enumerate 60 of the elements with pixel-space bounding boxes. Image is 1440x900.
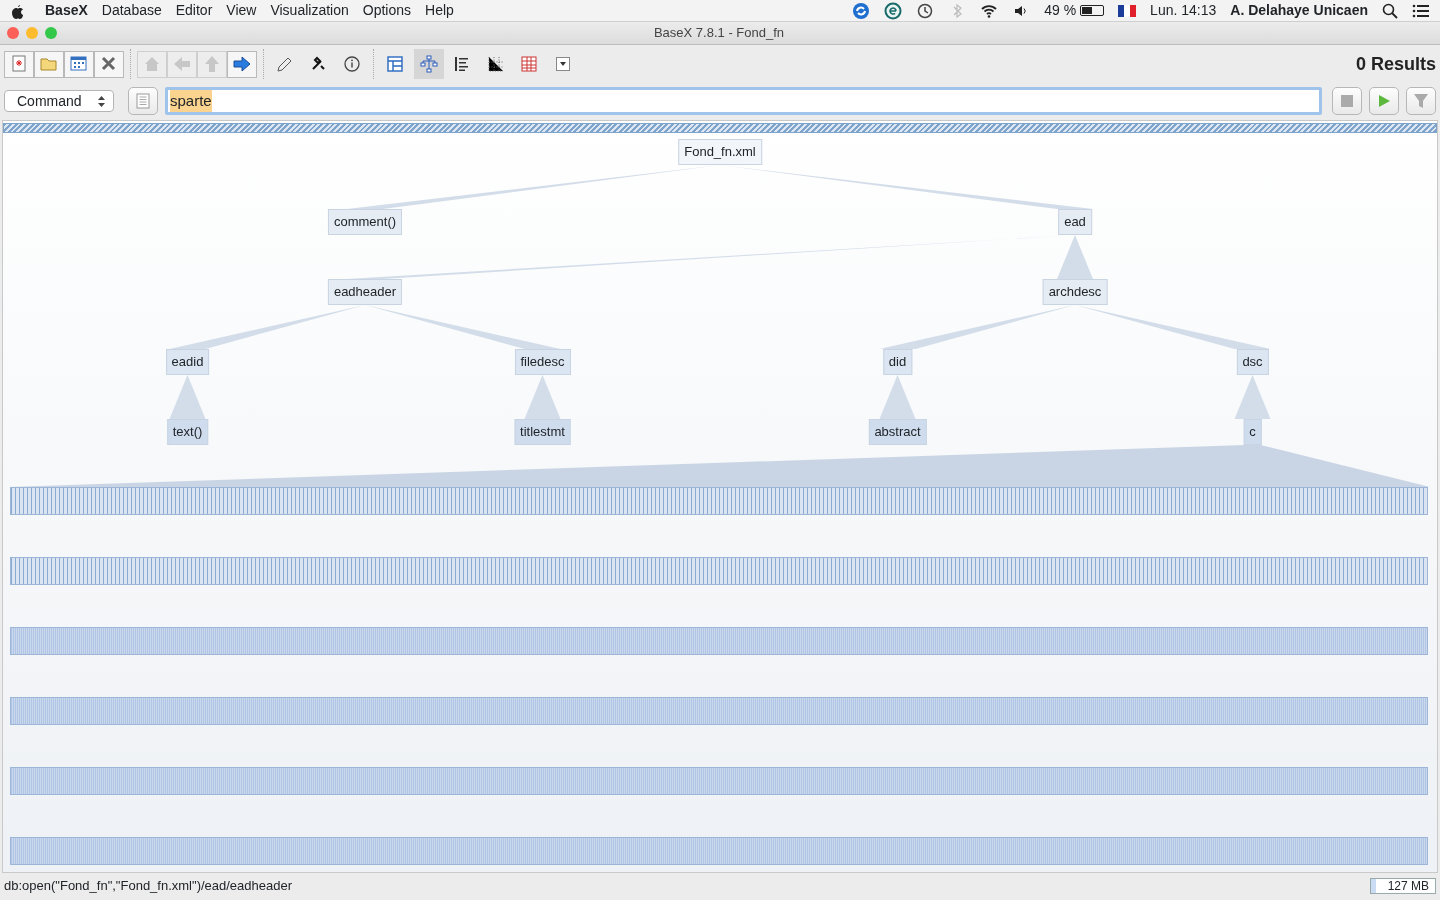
menu-item[interactable]: Database: [101, 0, 162, 21]
close-window-button[interactable]: [7, 27, 19, 39]
search-icon[interactable]: [1382, 2, 1398, 19]
map-view-icon: [385, 54, 405, 74]
tree-node[interactable]: abstract: [868, 419, 927, 445]
document-icon: [136, 93, 150, 109]
nav-button[interactable]: [227, 50, 257, 78]
menu-clock[interactable]: Lun. 14:13: [1150, 0, 1217, 21]
play-icon: [1377, 94, 1391, 108]
flag-icon[interactable]: [1118, 4, 1137, 17]
dropdown-icon: [555, 57, 570, 71]
menu-item[interactable]: BaseX: [45, 0, 88, 21]
menu-item[interactable]: Visualization: [270, 0, 349, 21]
up-arrow-icon: [202, 54, 222, 74]
circle-e-icon[interactable]: [884, 1, 903, 20]
connector-drawing: [524, 375, 561, 419]
tree-node[interactable]: dsc: [1236, 349, 1269, 375]
left-arrow-icon: [172, 54, 192, 74]
new-file-icon: [9, 54, 29, 74]
results-count: 0 Results: [1355, 52, 1436, 76]
menu-item[interactable]: Editor: [175, 0, 213, 21]
hatched-scroll-bar[interactable]: [3, 123, 1437, 133]
filter-icon: [1413, 93, 1429, 109]
battery-icon[interactable]: [1080, 5, 1105, 16]
connector-drawing: [1234, 375, 1271, 419]
tree-node[interactable]: archdesc: [1042, 279, 1108, 305]
tree-node[interactable]: did: [882, 349, 913, 375]
user-name[interactable]: A. Delahaye Unicaen: [1230, 0, 1368, 21]
window-title: BaseX 7.8.1 - Fond_fn: [652, 24, 786, 43]
memory-indicator[interactable]: 127 MB: [1370, 878, 1436, 894]
menu-item[interactable]: View: [226, 0, 257, 21]
table-view-icon: [519, 54, 539, 74]
view-toggle-button[interactable]: [413, 49, 444, 79]
tree-node[interactable]: text(): [166, 419, 209, 445]
status-text: db:open("Fond_fn","Fond_fn.xml")/ead/eadheader: [4, 877, 293, 896]
tree-node[interactable]: filedesc: [514, 349, 571, 375]
swirl-icon[interactable]: [852, 1, 871, 20]
list-icon[interactable]: [1412, 3, 1430, 18]
tree-node[interactable]: titlestmt: [514, 419, 571, 445]
tree-node[interactable]: c: [1243, 419, 1262, 445]
connector-drawing: [169, 375, 206, 419]
stop-icon: [1340, 94, 1354, 108]
query-input-field[interactable]: sparte: [165, 87, 1322, 115]
tree-node[interactable]: ead: [1058, 209, 1092, 235]
right-arrow-icon: [232, 54, 252, 74]
apple-menu-icon[interactable]: [10, 2, 24, 19]
calendar-icon: [69, 54, 89, 74]
tree-view-icon: [418, 54, 439, 74]
clock-icon[interactable]: [916, 1, 935, 20]
tree-node[interactable]: eadid: [165, 349, 210, 375]
connector-drawing: [879, 375, 916, 419]
mode-select[interactable]: Command: [4, 90, 114, 112]
tree-node[interactable]: comment(): [327, 209, 403, 235]
info-icon: [342, 54, 362, 74]
menu-item[interactable]: Help: [425, 0, 454, 21]
updown-caret-icon: [98, 95, 105, 107]
tree-node[interactable]: Fond_fn.xml: [678, 139, 762, 165]
battery-reading: 49 %: [1044, 1, 1077, 20]
tree-node[interactable]: eadheader: [327, 279, 403, 305]
menu-item[interactable]: Options: [362, 0, 412, 21]
